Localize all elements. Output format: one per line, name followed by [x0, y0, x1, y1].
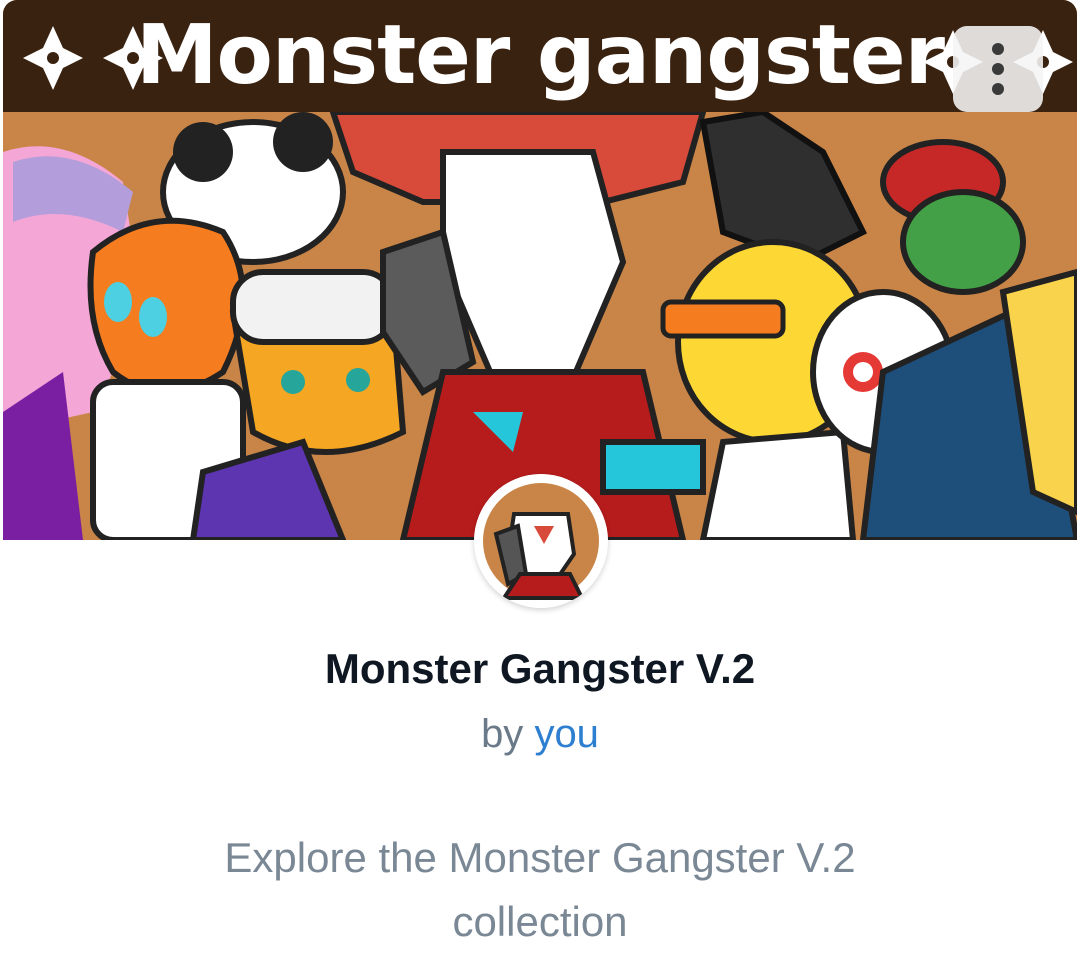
collection-description: Explore the Monster Gangster V.2 collect… — [224, 834, 856, 945]
collection-title: Monster Gangster V.2 — [324, 645, 756, 692]
byline-prefix: by — [481, 712, 524, 756]
collection-card: Monster gangster Monster Gangster V.2 by… — [0, 0, 1080, 968]
more-options-button[interactable] — [953, 26, 1043, 112]
author-link[interactable]: you — [534, 712, 599, 756]
collection-avatar[interactable] — [474, 474, 608, 608]
collection-banner: Monster gangster — [3, 0, 1077, 540]
more-vertical-icon — [992, 43, 1004, 95]
collection-byline: by you — [0, 706, 1080, 762]
collection-avatar-image — [474, 474, 608, 608]
banner-title: Monster gangster — [135, 8, 945, 103]
